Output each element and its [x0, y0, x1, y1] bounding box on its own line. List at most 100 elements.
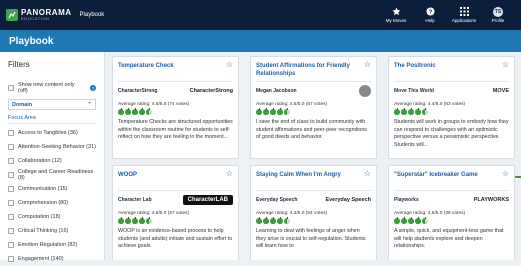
panorama-logo-icon: [6, 9, 18, 21]
star-icon: [391, 7, 401, 16]
checkbox[interactable]: [8, 186, 14, 192]
activity-card[interactable]: ☆ Temperature Check CharacterStrong Charact…: [112, 56, 239, 159]
apple-icon: [422, 107, 428, 115]
filter-label: Computation (18): [18, 214, 61, 220]
content-grid: ☆ Temperature Check CharacterStrong Charact…: [112, 52, 521, 260]
focus-area-filter[interactable]: Communication (15): [8, 182, 96, 196]
focus-area-filter[interactable]: Engagement (140): [8, 252, 96, 266]
nav-profile[interactable]: TS Profile: [481, 6, 515, 23]
provider-name: Character Lab: [118, 197, 152, 203]
avatar: [359, 85, 371, 97]
provider-logo: MOVE: [492, 88, 509, 94]
checkbox[interactable]: [8, 214, 14, 220]
apple-icon: [408, 107, 414, 115]
top-navigation-bar: PANORAMA EDUCATION Playbook My Moves ? H…: [0, 0, 521, 30]
show-new-toggle[interactable]: Show new content only (off) ?: [8, 81, 96, 95]
nav-label: Help: [425, 18, 435, 23]
provider-name: CharacterStrong: [118, 88, 158, 94]
rating-apples: [113, 216, 238, 226]
focus-area-filter[interactable]: College and Career Readiness (8): [8, 168, 96, 182]
checkbox[interactable]: [8, 200, 14, 206]
focus-area-filter[interactable]: Collaboration (12): [8, 154, 96, 168]
focus-area-filter[interactable]: Comprehension (80): [8, 196, 96, 210]
activity-card[interactable]: ☆ Staying Calm When I'm Angry Everyday Spe…: [250, 165, 377, 260]
checkbox[interactable]: [8, 85, 14, 91]
apple-icon: [284, 216, 290, 224]
rating-apples: [251, 107, 376, 117]
apple-icon: [284, 107, 290, 115]
star-icon[interactable]: ☆: [226, 61, 233, 69]
rating-apples: [389, 107, 514, 117]
provider-name: Everyday Speech: [256, 197, 298, 203]
provider-name: Move This World: [394, 88, 434, 94]
rating-apples: [251, 216, 376, 226]
card-description: WOOP is an evidence-based process to hel…: [118, 228, 233, 250]
checkbox[interactable]: [8, 158, 14, 164]
activity-card[interactable]: ☆ WOOP Character Lab CharacterLAB Average ra…: [112, 165, 239, 260]
apple-icon: [146, 107, 152, 115]
apple-icon: [139, 107, 145, 115]
panorama-logo[interactable]: PANORAMA EDUCATION: [6, 9, 72, 21]
star-icon[interactable]: ☆: [364, 61, 371, 69]
apple-icon: [118, 216, 124, 224]
apple-icon: [270, 107, 276, 115]
nav-my-moves[interactable]: My Moves: [379, 7, 413, 23]
apple-icon: [401, 216, 407, 224]
provider-logo: CharacterStrong: [189, 88, 233, 94]
checkbox[interactable]: [8, 144, 14, 150]
brand-sub: EDUCATION: [21, 16, 50, 21]
card-title[interactable]: "Superstar" Icebreaker Game: [389, 166, 514, 190]
apple-icon: [277, 216, 283, 224]
filter-label: College and Career Readiness (8): [18, 169, 94, 181]
apple-icon: [277, 107, 283, 115]
apple-icon: [118, 107, 124, 115]
nav-applications[interactable]: Applications: [447, 7, 481, 23]
apple-icon: [394, 216, 400, 224]
checkbox[interactable]: [8, 242, 14, 248]
nav-help[interactable]: ? Help: [413, 7, 447, 23]
checkbox[interactable]: [8, 256, 14, 262]
star-icon[interactable]: ☆: [364, 170, 371, 178]
apple-icon: [132, 107, 138, 115]
card-description: Temperature Checks are structured opport…: [118, 119, 233, 141]
apple-icon: [125, 107, 131, 115]
focus-area-filter[interactable]: Emotion Regulation (82): [8, 238, 96, 252]
chevron-up-icon: ⌃: [87, 101, 92, 108]
card-title[interactable]: The Positronic: [389, 57, 514, 81]
provider-logo: CharacterLAB: [182, 195, 233, 205]
focus-area-filter[interactable]: Attention-Seeking Behavior (31): [8, 140, 96, 154]
card-title[interactable]: Staying Calm When I'm Angry: [251, 166, 376, 190]
domain-dropdown[interactable]: Domain ⌃: [8, 99, 96, 110]
apple-icon: [139, 216, 145, 224]
card-description: Learning to deal with feelings of anger …: [256, 228, 366, 250]
activity-card[interactable]: ☆ "Superstar" Icebreaker Game Playworks PLA…: [388, 165, 515, 260]
apple-icon: [256, 216, 262, 224]
provider-logo: PLAYWORKS: [473, 197, 509, 203]
checkbox[interactable]: [8, 228, 14, 234]
focus-area-filter[interactable]: Computation (18): [8, 210, 96, 224]
apple-icon: [415, 107, 421, 115]
focus-area-filter[interactable]: Access to Tangibles (36): [8, 126, 96, 140]
apple-icon: [256, 107, 262, 115]
filters-heading: Filters: [8, 60, 30, 69]
checkbox[interactable]: [8, 130, 14, 136]
star-icon[interactable]: ☆: [502, 170, 509, 178]
filter-label: Access to Tangibles (36): [18, 130, 78, 136]
card-title[interactable]: Temperature Check: [113, 57, 238, 81]
focus-area-filter[interactable]: Critical Thinking (16): [8, 224, 96, 238]
checkbox[interactable]: [8, 172, 14, 178]
activity-card[interactable]: ☆ Student Affirmations for Friendly Relat…: [250, 56, 377, 159]
card-title[interactable]: Student Affirmations for Friendly Relati…: [251, 57, 376, 81]
apple-icon: [125, 216, 131, 224]
card-title[interactable]: WOOP: [113, 166, 238, 190]
avatar-icon: TS: [493, 6, 503, 17]
star-icon[interactable]: ☆: [226, 170, 233, 178]
activity-card[interactable]: ☆ The Positronic Move This World MOVE Averag…: [388, 56, 515, 159]
apple-icon: [270, 216, 276, 224]
help-icon[interactable]: ?: [90, 85, 96, 91]
focus-area-heading: Focus Area: [8, 112, 96, 124]
apple-icon: [263, 107, 269, 115]
scroll-indicator: [515, 176, 521, 178]
star-icon[interactable]: ☆: [502, 61, 509, 69]
filter-label: Critical Thinking (16): [18, 228, 69, 234]
